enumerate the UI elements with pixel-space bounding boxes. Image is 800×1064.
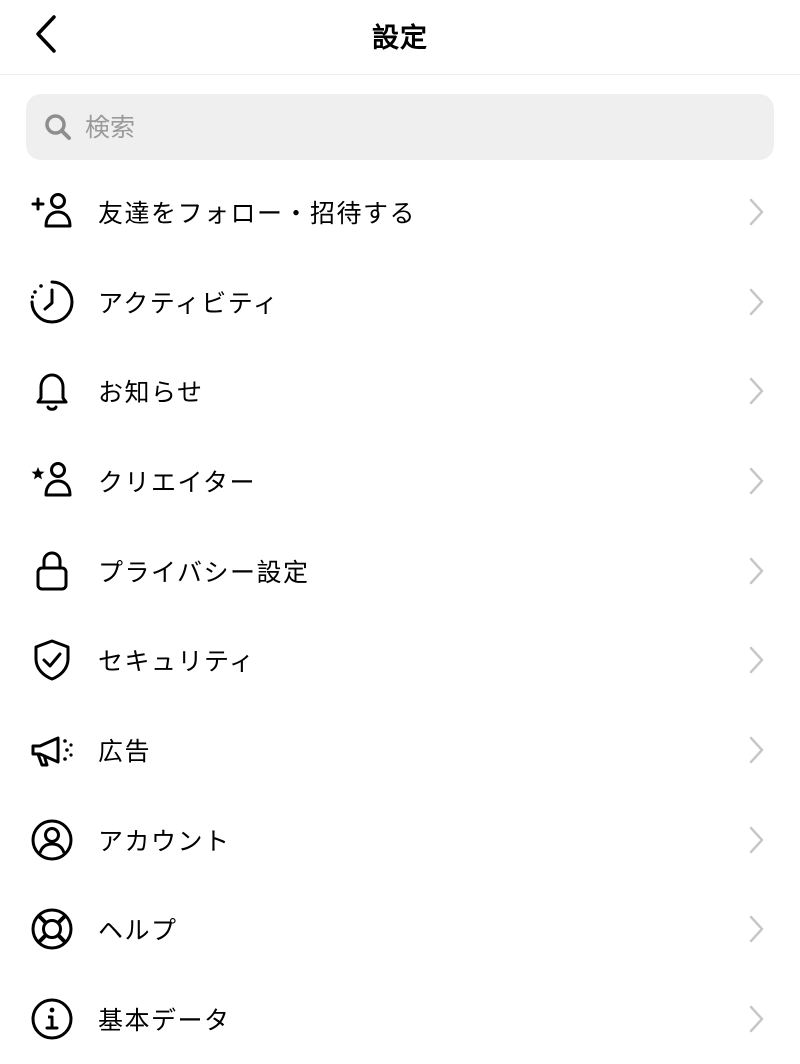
search-icon [43,112,73,142]
settings-item-label: プライバシー設定 [98,557,310,587]
lock-icon [27,546,77,596]
chevron-right-icon [746,466,766,496]
settings-item-follow-invite[interactable]: 友達をフォロー・招待する [0,167,800,257]
settings-item-notifications[interactable]: お知らせ [0,346,800,436]
search-input[interactable] [83,106,774,148]
settings-item-activity[interactable]: アクティビティ [0,257,800,347]
settings-item-label: 基本データ [98,1006,231,1036]
settings-item-creator[interactable]: クリエイター [0,436,800,526]
account-circle-icon [27,815,77,865]
settings-item-label: 広告 [98,736,152,766]
chevron-right-icon [746,556,766,586]
chevron-right-icon [746,287,766,317]
settings-item-ads[interactable]: 広告 [0,705,800,795]
settings-item-label: アクティビティ [98,288,280,318]
settings-list: 友達をフォロー・招待する アクティビティ お知らせ クリエイター プライバシー設… [0,167,800,1064]
settings-item-security[interactable]: セキュリティ [0,615,800,705]
lifebuoy-icon [27,904,77,954]
chevron-right-icon [746,1004,766,1034]
megaphone-icon [27,725,77,775]
settings-item-label: セキュリティ [98,647,256,677]
add-person-icon [27,187,77,237]
search-bar[interactable] [26,94,774,160]
chevron-right-icon [746,914,766,944]
page-title: 設定 [372,22,428,54]
bell-icon [27,366,77,416]
settings-item-basic-data[interactable]: 基本データ [0,974,800,1064]
info-icon [27,994,77,1044]
settings-item-label: お知らせ [98,378,204,408]
activity-clock-icon [27,277,77,327]
star-person-icon [27,456,77,506]
settings-item-label: ヘルプ [98,916,178,946]
settings-item-privacy[interactable]: プライバシー設定 [0,526,800,616]
settings-item-account[interactable]: アカウント [0,795,800,885]
chevron-right-icon [746,197,766,227]
chevron-right-icon [746,645,766,675]
settings-item-label: アカウント [98,826,231,856]
header-bar: 設定 [0,0,800,75]
settings-item-label: クリエイター [98,467,257,497]
settings-item-help[interactable]: ヘルプ [0,885,800,975]
settings-item-label: 友達をフォロー・招待する [98,198,417,228]
chevron-left-icon [36,15,56,53]
shield-check-icon [27,635,77,685]
chevron-right-icon [746,825,766,855]
chevron-right-icon [746,376,766,406]
chevron-right-icon [746,735,766,765]
back-button[interactable] [26,12,66,56]
